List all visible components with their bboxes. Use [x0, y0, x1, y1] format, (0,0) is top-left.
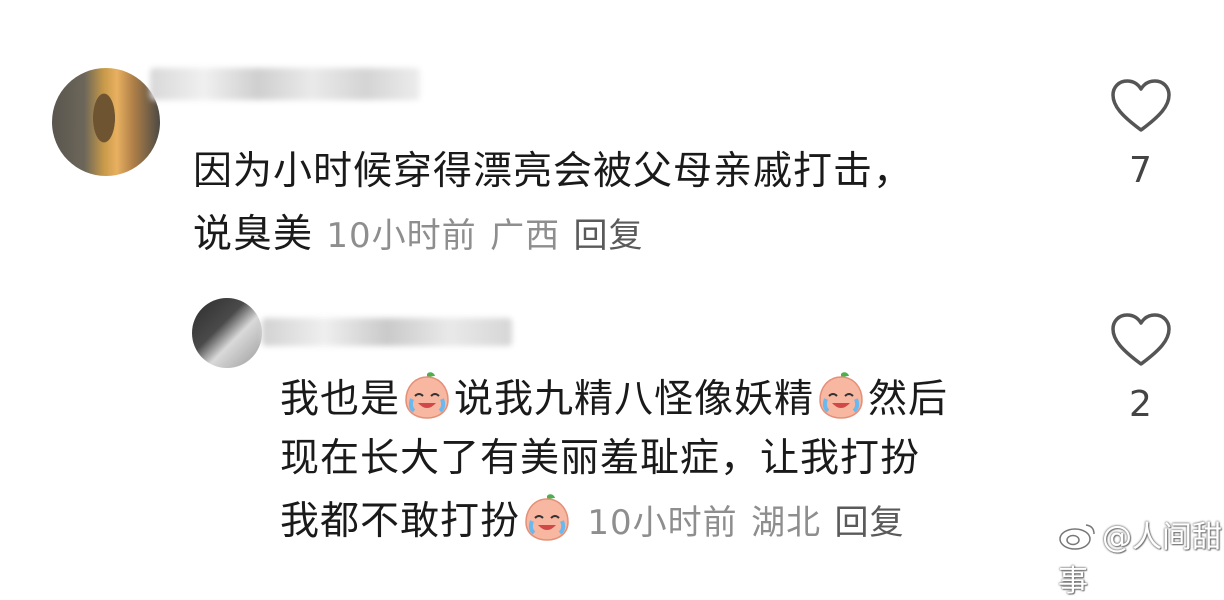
weibo-logo-icon — [1059, 524, 1095, 550]
avatar[interactable] — [52, 68, 160, 176]
heart-outline-icon[interactable] — [1110, 78, 1172, 134]
crying-peach-emoji-icon — [525, 494, 569, 541]
comment-location: 湖北 — [751, 503, 822, 543]
username-blurred[interactable] — [150, 68, 420, 100]
comment-time: 10小时前 — [587, 503, 738, 543]
reply-button[interactable]: 回复 — [574, 216, 644, 256]
comment-text: 我也是 说我九精八怪像妖精 然后 — [280, 370, 948, 429]
avatar[interactable] — [192, 298, 262, 368]
comment-text-line3: 我都不敢打扮 10小时前 湖北 回复 — [280, 492, 905, 552]
crying-peach-emoji-icon — [405, 372, 449, 419]
heart-outline-icon[interactable] — [1110, 312, 1172, 368]
comment-text-part: 说我九精八怪像妖精 — [454, 377, 815, 422]
comment-text-end: 说臭美 — [193, 212, 314, 257]
comment-text: 因为小时候穿得漂亮会被父母亲戚打击， — [193, 149, 914, 194]
comment-text-line2: 说臭美 10小时前 广西 回复 — [193, 206, 644, 265]
watermark: @人间甜事 — [1058, 512, 1224, 600]
reply-button[interactable]: 回复 — [835, 503, 905, 543]
comment-text-part: 我也是 — [280, 377, 401, 422]
like-count: 2 — [1129, 384, 1152, 425]
comment-location: 广西 — [490, 216, 561, 256]
comment-text-line2: 现在长大了有美丽羞耻症，让我打扮 — [280, 436, 921, 481]
username-blurred[interactable] — [262, 318, 512, 346]
comment-time: 10小时前 — [326, 216, 477, 256]
comment-text-part: 然后 — [868, 377, 949, 422]
like-count: 7 — [1129, 150, 1152, 191]
crying-peach-emoji-icon — [819, 372, 863, 419]
comment-text-end: 我都不敢打扮 — [280, 499, 521, 544]
